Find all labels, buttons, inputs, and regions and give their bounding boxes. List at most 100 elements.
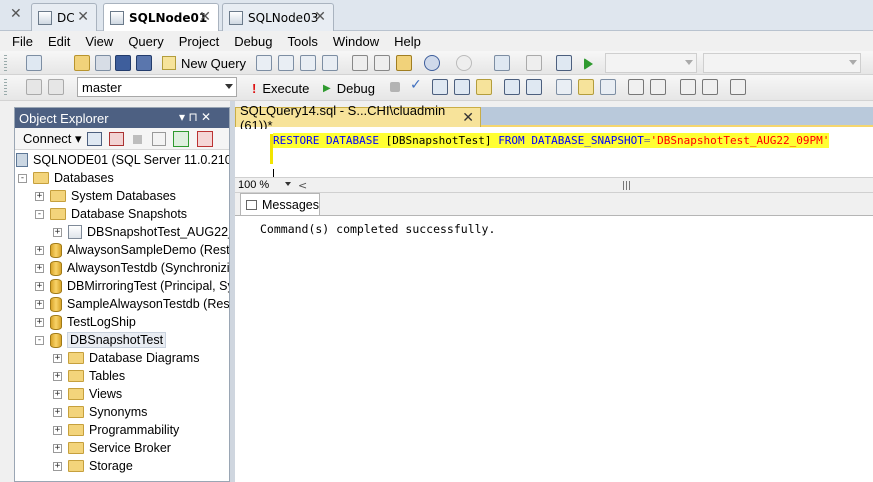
expand-icon[interactable]: + xyxy=(35,191,44,201)
expand-icon[interactable]: + xyxy=(35,263,44,273)
close-icon[interactable]: ✕ xyxy=(77,9,89,25)
results-to-file-icon[interactable] xyxy=(600,79,616,95)
redo-icon[interactable] xyxy=(456,55,472,71)
expand-icon[interactable]: + xyxy=(53,389,62,399)
debug-button[interactable]: ▶ Debug xyxy=(323,78,375,98)
parse-checkmark-icon[interactable]: ✓ xyxy=(410,77,426,93)
messages-pane[interactable]: Command(s) completed successfully. xyxy=(235,215,873,482)
toolbar-grip[interactable] xyxy=(4,79,7,95)
change-connection-icon[interactable] xyxy=(48,79,64,95)
cut-icon[interactable] xyxy=(352,55,368,71)
close-icon[interactable]: ✕ xyxy=(462,109,474,126)
menu-file[interactable]: File xyxy=(12,34,33,49)
xmla-query-icon[interactable] xyxy=(322,55,338,71)
expand-icon[interactable]: + xyxy=(53,371,62,381)
tree-node-alwayson-testdb[interactable]: + AlwaysonTestdb (Synchronizi xyxy=(35,259,229,277)
tree-node-synonyms[interactable]: + Synonyms xyxy=(53,403,147,421)
menu-project[interactable]: Project xyxy=(179,34,219,49)
menu-tools[interactable]: Tools xyxy=(288,34,318,49)
activity-monitor-icon[interactable] xyxy=(556,55,572,71)
expand-icon[interactable]: + xyxy=(53,461,62,471)
connect-object-explorer-icon[interactable] xyxy=(87,132,102,146)
rdp-tab-sqlnode03[interactable]: SQLNode03 ✕ xyxy=(222,3,334,31)
expand-icon[interactable]: + xyxy=(35,317,44,327)
tree-node-programmability[interactable]: + Programmability xyxy=(53,421,179,439)
solution-configuration-combo[interactable] xyxy=(605,53,697,73)
menu-help[interactable]: Help xyxy=(394,34,421,49)
chevron-down-icon[interactable] xyxy=(285,182,291,186)
include-actual-plan-icon[interactable] xyxy=(504,79,520,95)
tree-node-testlogship[interactable]: + TestLogShip xyxy=(35,313,136,331)
scroll-left-button[interactable]: < xyxy=(298,179,307,192)
tree-node-alwayson-sample-demo[interactable]: + AlwaysonSampleDemo (Resto xyxy=(35,241,229,259)
pin-controls[interactable]: ▾ ⊓ ✕ xyxy=(179,110,211,124)
query-options-icon[interactable] xyxy=(454,79,470,95)
dmx-query-icon[interactable] xyxy=(300,55,316,71)
menu-edit[interactable]: Edit xyxy=(48,34,70,49)
expand-icon[interactable]: + xyxy=(53,227,62,237)
client-statistics-icon[interactable] xyxy=(526,79,542,95)
analysis-query-icon[interactable] xyxy=(278,55,294,71)
tree-node-views[interactable]: + Views xyxy=(53,385,122,403)
execute-button[interactable]: ! Execute xyxy=(252,78,309,98)
messages-tab[interactable]: Messages xyxy=(240,193,320,215)
refresh-icon[interactable] xyxy=(173,131,189,147)
sql-code-editor[interactable]: RESTORE DATABASE [DBSnapshotTest] FROM D… xyxy=(235,129,873,183)
close-icon[interactable]: ✕ xyxy=(314,9,326,25)
close-icon[interactable]: ✕ xyxy=(10,6,22,22)
stop-icon[interactable] xyxy=(133,135,142,144)
collapse-icon[interactable]: - xyxy=(18,173,27,183)
tree-node-system-databases[interactable]: + System Databases xyxy=(35,187,176,205)
cancel-query-icon[interactable] xyxy=(390,82,400,92)
navigate-forward-icon[interactable] xyxy=(526,55,542,71)
intellisense-icon[interactable] xyxy=(476,79,492,95)
menu-query[interactable]: Query xyxy=(128,34,163,49)
expand-icon[interactable]: + xyxy=(35,245,44,255)
chevron-down-icon[interactable] xyxy=(46,55,54,71)
results-to-text-icon[interactable] xyxy=(556,79,572,95)
copy-icon[interactable] xyxy=(374,55,390,71)
results-to-grid-icon[interactable] xyxy=(578,79,594,95)
tree-node-tables[interactable]: + Tables xyxy=(53,367,125,385)
expand-icon[interactable]: + xyxy=(53,407,62,417)
rdp-tab-sqlnode01[interactable]: SQLNode01 ✕ xyxy=(103,3,219,32)
activity-monitor-icon[interactable] xyxy=(197,131,213,147)
collapse-icon[interactable]: - xyxy=(35,209,44,219)
expand-icon[interactable]: + xyxy=(53,443,62,453)
zoom-level[interactable]: 100 % xyxy=(238,179,269,191)
disconnect-icon[interactable] xyxy=(109,132,124,146)
tree-node-database-diagrams[interactable]: + Database Diagrams xyxy=(53,349,199,367)
expand-icon[interactable]: + xyxy=(53,353,62,363)
tree-node-samplealwaysontestdb[interactable]: + SampleAlwaysonTestdb (Resto xyxy=(35,295,229,313)
specify-template-values-icon[interactable] xyxy=(730,79,746,95)
query-document-tab[interactable]: SQLQuery14.sql - S...CHI\cluadmin (61))*… xyxy=(235,103,481,133)
menu-window[interactable]: Window xyxy=(333,34,379,49)
toolbar-grip[interactable] xyxy=(4,55,7,71)
save-icon[interactable] xyxy=(115,55,131,71)
connect-dropdown-button[interactable]: Connect ▾ xyxy=(23,131,82,147)
expand-icon[interactable]: + xyxy=(35,281,44,291)
new-query-button[interactable]: New Query xyxy=(162,53,246,73)
decrease-indent-icon[interactable] xyxy=(680,79,696,95)
tree-node-database-snapshots[interactable]: - Database Snapshots xyxy=(35,205,187,223)
database-engine-query-icon[interactable] xyxy=(256,55,272,71)
horizontal-scrollbar-thumb[interactable] xyxy=(623,181,631,190)
tree-node-dbsnapshottest[interactable]: - DBSnapshotTest xyxy=(35,331,167,349)
paste-icon[interactable] xyxy=(396,55,412,71)
tree-node-databases[interactable]: - Databases xyxy=(18,169,114,187)
navigate-backward-icon[interactable] xyxy=(494,55,510,71)
close-icon[interactable]: ✕ xyxy=(199,9,211,25)
open-folder-icon[interactable] xyxy=(74,55,90,71)
increase-indent-icon[interactable] xyxy=(702,79,718,95)
rdp-tab-dc[interactable]: DC ✕ xyxy=(31,3,97,31)
open-file-icon[interactable] xyxy=(95,55,111,71)
undo-icon[interactable] xyxy=(424,55,440,71)
new-project-icon[interactable] xyxy=(26,55,42,71)
collapse-icon[interactable]: - xyxy=(35,335,44,345)
tree-node-storage[interactable]: + Storage xyxy=(53,457,133,475)
tree-node-server[interactable]: SQLNODE01 (SQL Server 11.0.2100 - S xyxy=(16,151,229,169)
menu-view[interactable]: View xyxy=(85,34,113,49)
display-estimated-plan-icon[interactable] xyxy=(432,79,448,95)
chevron-down-icon[interactable] xyxy=(752,79,760,95)
start-debugging-icon[interactable] xyxy=(584,58,593,70)
